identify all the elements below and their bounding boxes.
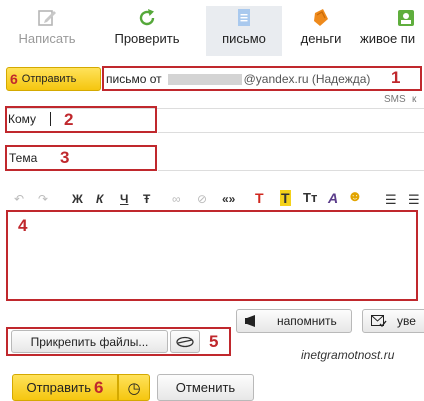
font-size-button[interactable]: Tт (303, 190, 317, 205)
link-icon[interactable]: ∞ (172, 192, 181, 206)
bold-button[interactable]: Ж (72, 192, 83, 206)
scheduled-send-button[interactable]: ◷ (118, 374, 150, 401)
money-button[interactable]: деньги (288, 8, 354, 54)
live-letter-button[interactable]: живое пи (358, 8, 424, 54)
redo-icon[interactable]: ↷ (38, 192, 48, 206)
subject-label: Тема (9, 151, 38, 165)
send-top-label: Отправить (21, 73, 77, 85)
postcard-icon (398, 10, 414, 26)
watermark: inetgramotnost.ru (301, 348, 395, 362)
send-button[interactable]: Отправить 6 (12, 374, 118, 401)
money-label: деньги (300, 31, 342, 46)
font-family-icon[interactable]: A (328, 190, 338, 206)
remind-label: напомнить (277, 314, 337, 328)
letter-label: письмо (222, 31, 266, 46)
sms-link[interactable]: SMS (384, 94, 406, 105)
emoji-icon[interactable]: ☻ (347, 188, 363, 205)
to-input-line[interactable] (158, 132, 424, 133)
cancel-button[interactable]: Отменить (157, 374, 254, 401)
bell-icon (245, 315, 255, 327)
to-label: Кому (8, 112, 37, 126)
bg-color-button[interactable]: T (280, 190, 291, 206)
notify-label: уве (397, 314, 416, 328)
subject-input-line[interactable] (158, 170, 424, 171)
marker-5: 5 (209, 332, 219, 351)
document-icon (238, 9, 250, 26)
live-letter-label: живое пи (360, 31, 416, 46)
marker-1: 1 (391, 68, 401, 87)
from-prefix: письмо от (106, 72, 162, 86)
from-field[interactable]: письмо от @yandex.ru (Надежда) (106, 72, 370, 86)
marker-6-bottom: 6 (94, 377, 104, 397)
marker-6-top: 6 (10, 71, 18, 87)
notify-button[interactable]: уве (362, 309, 424, 333)
italic-button[interactable]: К (96, 192, 103, 206)
to-field[interactable]: Кому (8, 112, 52, 126)
unlink-icon[interactable]: ⊘ (197, 192, 207, 206)
marker-2: 2 (64, 110, 74, 129)
letter-button[interactable]: письмо (206, 6, 282, 56)
compose-button[interactable]: Написать (6, 8, 88, 54)
attach-label: Прикрепить файлы... (30, 334, 149, 349)
check-mail-label: Проверить (114, 31, 180, 46)
compose-icon (38, 10, 56, 26)
quote-button[interactable]: «» (222, 192, 235, 206)
marker-4: 4 (18, 216, 28, 235)
compose-label: Написать (18, 31, 76, 46)
check-mail-button[interactable]: Проверить (106, 8, 188, 54)
text-cursor (50, 112, 52, 126)
refresh-icon (139, 9, 155, 26)
remind-button[interactable]: напомнить (236, 309, 352, 333)
cancel-label: Отменить (175, 380, 236, 395)
underline-button[interactable]: Ч (120, 192, 128, 206)
send-button-top[interactable]: 6 Отправить (6, 67, 101, 91)
disk-icon (176, 336, 194, 347)
attach-from-disk-button[interactable] (170, 330, 200, 353)
send-label: Отправить (26, 380, 91, 395)
text-color-button[interactable]: T (255, 190, 264, 206)
envelope-check-icon (371, 315, 387, 327)
strike-button[interactable]: Ŧ (143, 192, 150, 206)
marker-3: 3 (60, 148, 70, 167)
attach-files-button[interactable]: Прикрепить файлы... (11, 330, 168, 353)
from-domain: @yandex.ru (Надежда) (243, 72, 371, 86)
redacted-username (167, 73, 242, 85)
clock-icon: ◷ (127, 379, 141, 397)
bullet-list-icon[interactable]: ☰ (385, 192, 397, 208)
numbered-list-icon[interactable]: ☰ (408, 192, 420, 208)
wallet-icon (314, 9, 328, 26)
cut-link[interactable]: к (412, 94, 416, 105)
undo-icon[interactable]: ↶ (14, 192, 24, 206)
message-body[interactable] (6, 210, 418, 301)
